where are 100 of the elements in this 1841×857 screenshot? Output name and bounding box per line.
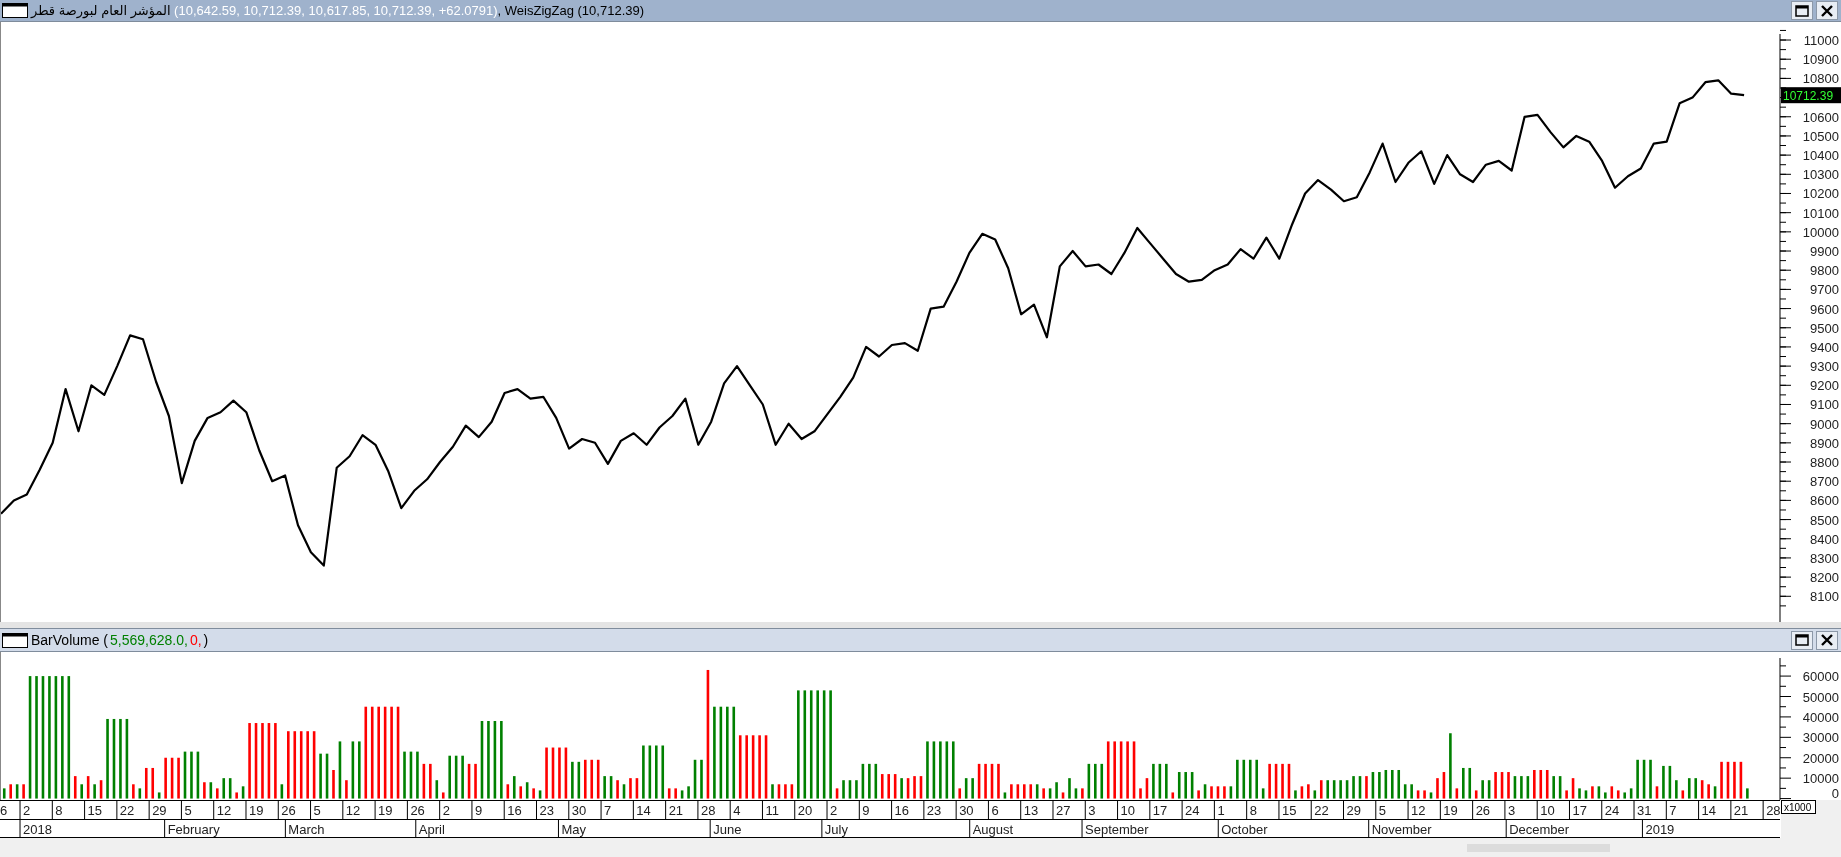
axis-label: 30000 [1802, 730, 1839, 746]
axis-label: 8700 [1810, 474, 1839, 490]
axis-label: 9200 [1810, 378, 1839, 394]
axis-label: 10800 [1802, 71, 1839, 87]
date-label: 15 [87, 803, 103, 818]
axis-label: 60000 [1802, 669, 1839, 685]
month-label: November [1371, 822, 1432, 837]
axis-label: 8100 [1810, 589, 1839, 605]
date-label: 14 [1701, 803, 1717, 818]
date-label: 2 [442, 803, 450, 818]
axis-label: 9100 [1810, 397, 1839, 413]
last-value-tag: 10712.39 [1781, 87, 1841, 104]
month-label: March [288, 822, 325, 837]
date-label: 16 [507, 803, 522, 818]
date-label: 14 [636, 803, 651, 818]
axis-label: 9700 [1810, 282, 1839, 298]
axis-label: 8900 [1810, 435, 1839, 451]
date-label: 21 [668, 803, 684, 818]
date-label: 5 [184, 803, 192, 818]
date-label: 29 [152, 803, 167, 818]
axis-label: 20000 [1802, 750, 1839, 766]
axis-label: 8400 [1810, 531, 1839, 547]
month-label: 2019 [1645, 822, 1675, 837]
date-label: 26 [410, 803, 425, 818]
date-label: 6 [0, 803, 8, 818]
scale-label: x1000 [1781, 800, 1816, 814]
date-label: 10 [1120, 803, 1135, 818]
axis-label: 10200 [1802, 186, 1839, 202]
axis-label: 10900 [1802, 52, 1839, 68]
date-label: 20 [797, 803, 813, 818]
axis-label: 10600 [1802, 109, 1839, 125]
month-label: July [824, 822, 848, 837]
axis-label: 10500 [1802, 128, 1839, 144]
date-label: 7 [604, 803, 612, 818]
date-label: 12 [216, 803, 232, 818]
date-label: 19 [1443, 803, 1458, 818]
date-label: 16 [894, 803, 910, 818]
date-label: 30 [959, 803, 974, 818]
date-label: 30 [571, 803, 587, 818]
axis-label: 8800 [1810, 455, 1839, 471]
month-label: May [561, 822, 586, 837]
month-label: June [713, 822, 742, 837]
date-label: 3 [1507, 803, 1516, 818]
date-label: 8 [55, 803, 63, 818]
axis-label: 9300 [1810, 359, 1839, 375]
axis-label: 10000 [1802, 771, 1839, 787]
month-label: April [418, 822, 445, 837]
date-label: 5 [1378, 803, 1386, 818]
date-label: 3 [1088, 803, 1096, 818]
date-label: 13 [1023, 803, 1039, 818]
axis-label: 10400 [1802, 148, 1839, 164]
axis-label: 10100 [1802, 205, 1839, 221]
axis-label: 9500 [1810, 320, 1839, 336]
date-label: 27 [1056, 803, 1071, 818]
axis-label: 50000 [1802, 689, 1839, 705]
date-label: 19 [378, 803, 393, 818]
axis-label: 11000 [1803, 33, 1839, 49]
month-label: October [1221, 822, 1268, 837]
date-label: 12 [1411, 803, 1426, 818]
axis-label: 40000 [1802, 709, 1839, 725]
axis-label: 9600 [1810, 301, 1839, 317]
indicator-title: BarVolume (5,569,628.0,0,) [31, 632, 210, 648]
date-label: 11 [765, 803, 779, 818]
date-label: 9 [862, 803, 870, 818]
date-label: 23 [926, 803, 942, 818]
date-label: 28 [700, 803, 716, 818]
date-label: 6 [991, 803, 999, 818]
axis-label: 8300 [1810, 550, 1839, 566]
date-label: 2 [830, 803, 838, 818]
date-label: 22 [119, 803, 135, 818]
date-label: 2 [23, 803, 31, 818]
month-label: December [1509, 822, 1570, 837]
date-label: 12 [345, 803, 361, 818]
axis-label: 8500 [1810, 512, 1839, 528]
date-label: 8 [1249, 803, 1257, 818]
axis-label: 9800 [1810, 263, 1839, 279]
date-label: 15 [1281, 803, 1297, 818]
axis-label: 8600 [1810, 493, 1839, 509]
axis-label: 9000 [1810, 416, 1839, 432]
date-label: 1 [1217, 803, 1225, 818]
date-label: 7 [1669, 803, 1677, 818]
date-label: 22 [1314, 803, 1329, 818]
date-label: 9 [474, 803, 483, 818]
date-label: 23 [539, 803, 554, 818]
axis-label: 9900 [1810, 244, 1839, 260]
date-label: 17 [1152, 803, 1168, 818]
date-label: 24 [1604, 803, 1620, 818]
axis-label: 10000 [1802, 224, 1839, 240]
date-label: 26 [281, 803, 296, 818]
date-label: 10 [1540, 803, 1555, 818]
month-label: 2018 [23, 822, 52, 837]
month-label: August [972, 822, 1014, 837]
date-label: 29 [1346, 803, 1361, 818]
date-label: 17 [1572, 803, 1587, 818]
date-label: 26 [1475, 803, 1491, 818]
date-label: 21 [1733, 803, 1749, 818]
date-label: 4 [733, 803, 741, 818]
date-label: 5 [313, 803, 321, 818]
date-label: 24 [1185, 803, 1200, 818]
axis-label: 8200 [1810, 570, 1839, 586]
